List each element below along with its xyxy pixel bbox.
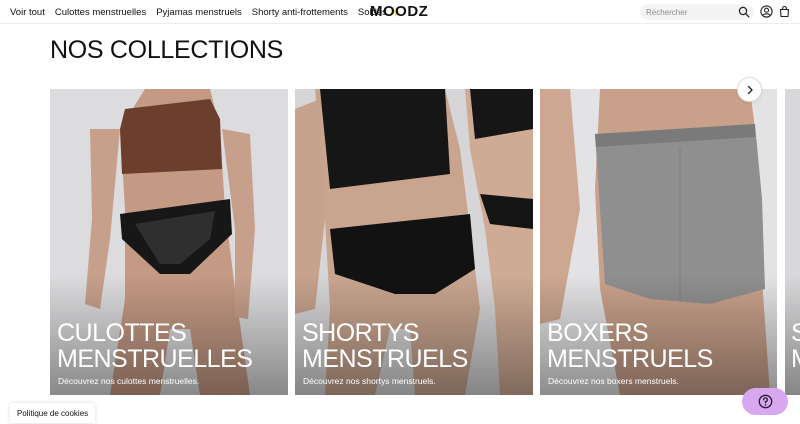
collection-card-partial[interactable]: S M	[785, 89, 800, 395]
help-icon	[758, 394, 772, 409]
collection-card-boxers[interactable]: BOXERS MENSTRUELS Découvrez nos boxers m…	[540, 89, 777, 395]
nav-shorty-anti-frottements[interactable]: Shorty anti-frottements	[252, 7, 348, 18]
card-subtitle: Découvrez nos boxers menstruels.	[548, 376, 679, 386]
carousel-next-button[interactable]	[737, 77, 762, 102]
search-input[interactable]	[646, 7, 734, 17]
logo[interactable]: MOODZ	[370, 3, 428, 20]
site-header: Voir tout Culottes menstruelles Pyjamas …	[0, 0, 800, 24]
collection-card-culottes[interactable]: CULOTTES MENSTRUELLES Découvrez nos culo…	[50, 89, 288, 395]
card-subtitle: Découvrez nos shortys menstruels.	[303, 376, 436, 386]
account-icon[interactable]	[760, 5, 773, 18]
cookie-policy-button[interactable]: Politique de cookies	[10, 403, 96, 423]
page-title: NOS COLLECTIONS	[50, 36, 284, 64]
card-title-line2: MENSTRUELS	[302, 345, 468, 373]
card-subtitle: Découvrez nos culottes menstruelles.	[58, 376, 200, 386]
help-button[interactable]	[742, 388, 788, 415]
card-title-line1: SHORTYS	[302, 319, 419, 347]
chevron-right-icon	[747, 85, 753, 94]
search-box[interactable]	[640, 4, 754, 20]
nav-voir-tout[interactable]: Voir tout	[10, 7, 45, 18]
card-title: CULOTTES MENSTRUELLES	[57, 320, 287, 372]
search-icon[interactable]	[738, 6, 750, 18]
card-title-line2: M	[791, 346, 800, 372]
card-title: SHORTYS MENSTRUELS	[302, 320, 532, 372]
card-title-line2: MENSTRUELS	[547, 345, 713, 373]
card-title-line2: MENSTRUELLES	[57, 345, 253, 373]
card-title: S M	[791, 320, 800, 372]
collection-card-shortys[interactable]: SHORTYS MENSTRUELS Découvrez nos shortys…	[295, 89, 533, 395]
card-title-line1: CULOTTES	[57, 319, 187, 347]
card-title-line1: S	[791, 319, 800, 347]
cart-icon[interactable]	[778, 5, 791, 18]
nav-culottes-menstruelles[interactable]: Culottes menstruelles	[55, 7, 146, 18]
card-title: BOXERS MENSTRUELS	[547, 320, 777, 372]
card-title-line1: BOXERS	[547, 319, 649, 347]
main-nav: Voir tout Culottes menstruelles Pyjamas …	[10, 0, 400, 24]
nav-pyjamas-menstruels[interactable]: Pyjamas menstruels	[156, 7, 242, 18]
